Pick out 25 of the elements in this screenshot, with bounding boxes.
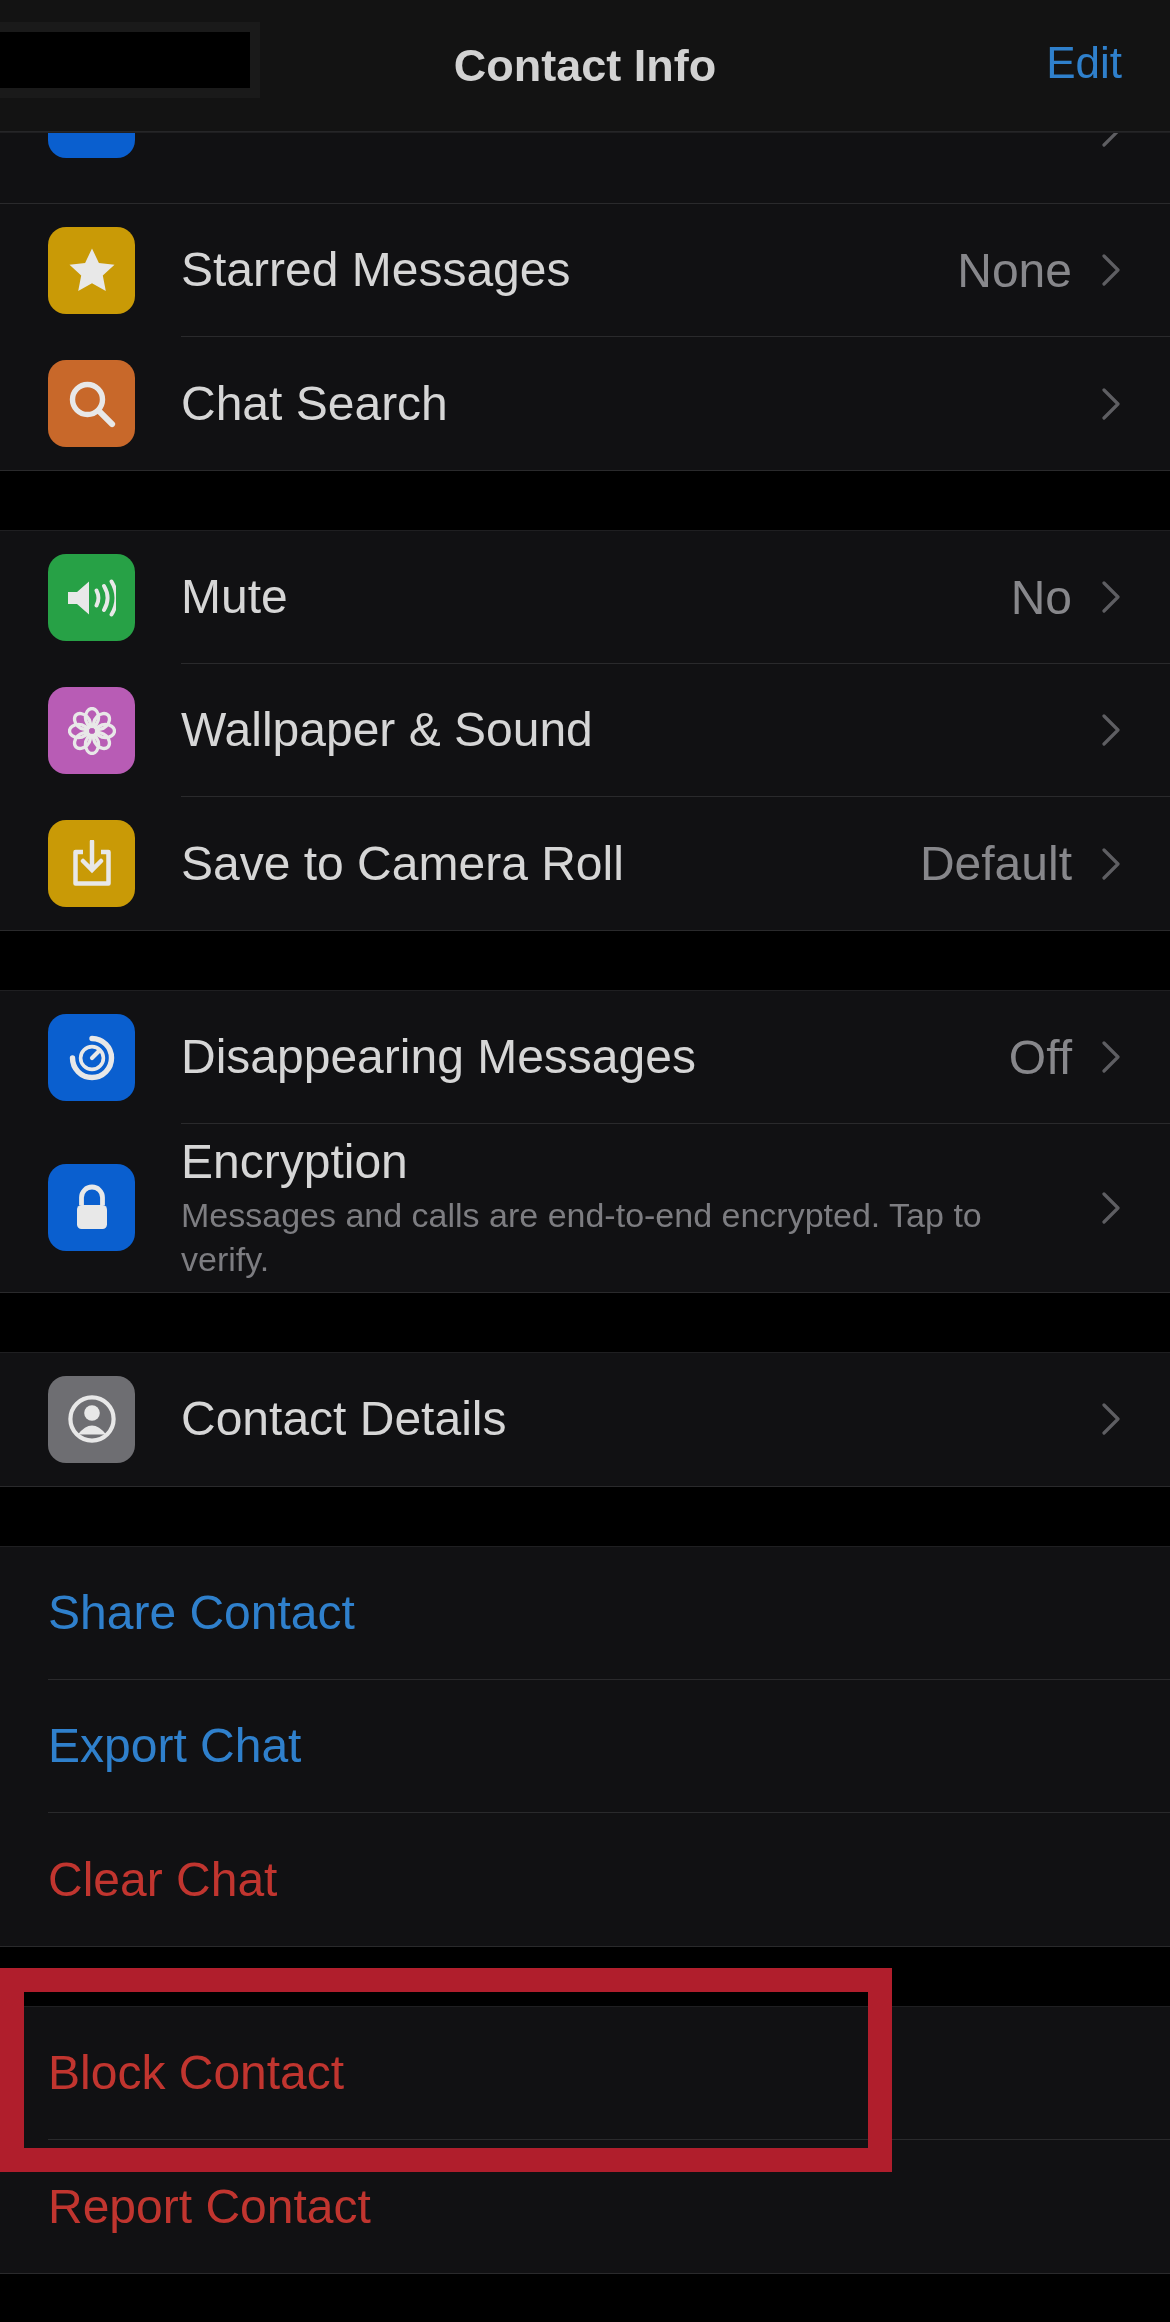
row-value: Default bbox=[919, 836, 1072, 891]
row-label: Starred Messages bbox=[181, 242, 572, 298]
settings-row[interactable]: Chat Search bbox=[0, 337, 1170, 470]
row-label: Encryption bbox=[181, 1134, 409, 1190]
settings-row[interactable]: Save to Camera Roll Default bbox=[0, 797, 1170, 930]
row-label: Save to Camera Roll bbox=[181, 835, 625, 892]
row-label: Chat Search bbox=[181, 375, 449, 432]
action-link[interactable]: Export Chat bbox=[48, 1718, 302, 1774]
row-label: Contact Details bbox=[181, 1391, 508, 1447]
settings-row[interactable]: Encryption Messages and calls are end-to-end encrypted. Tap to verify. bbox=[0, 1124, 1170, 1292]
person-icon bbox=[67, 1395, 116, 1444]
row-label: Wallpaper & Sound bbox=[181, 702, 594, 758]
row-value: No bbox=[1010, 569, 1072, 625]
screen-title: Contact Info bbox=[453, 39, 717, 92]
timer-icon bbox=[67, 1033, 116, 1082]
row-label: Mute bbox=[181, 569, 289, 625]
action-link[interactable]: Share Contact bbox=[48, 1585, 355, 1641]
row-value: None bbox=[957, 242, 1072, 298]
settings-row[interactable]: Contact Details bbox=[0, 1352, 1170, 1486]
row-label: Disappearing Messages bbox=[181, 1029, 697, 1085]
row-description: Messages and calls are end-to-end encrypted. Tap to verify. bbox=[181, 1195, 983, 1281]
edit-button[interactable]: Edit bbox=[1046, 38, 1122, 88]
row-value: Off bbox=[1008, 1029, 1072, 1085]
flower-icon bbox=[67, 706, 116, 755]
search-icon bbox=[67, 379, 116, 428]
